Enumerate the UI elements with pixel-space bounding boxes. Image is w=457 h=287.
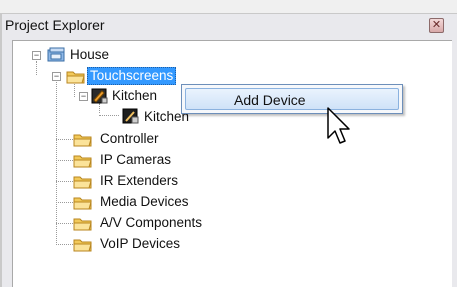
- close-button[interactable]: ✕: [429, 18, 444, 33]
- tree-line: [56, 160, 73, 161]
- tree-line: [56, 244, 73, 245]
- tree-item-controller[interactable]: Controller: [100, 131, 159, 147]
- tree-line: [56, 223, 73, 224]
- folder-icon: [73, 215, 93, 231]
- collapse-toggle[interactable]: −: [32, 51, 41, 60]
- folder-icon: [73, 131, 93, 147]
- tree-line: [56, 139, 73, 140]
- menu-item-add-device[interactable]: Add Device: [185, 88, 399, 110]
- mouse-pointer-icon: [326, 106, 352, 153]
- collapse-toggle[interactable]: −: [79, 92, 88, 101]
- tree-view[interactable]: − House − Touchscreens − Kitchen Kitchen…: [12, 40, 452, 287]
- tree-item-house[interactable]: House: [70, 47, 109, 63]
- tree-item-kitchen-group[interactable]: Kitchen: [112, 88, 157, 104]
- touchscreen-device-icon: [121, 108, 141, 124]
- tree-line: [56, 79, 57, 243]
- tree-line: [56, 181, 73, 182]
- close-icon: ✕: [431, 19, 442, 31]
- folder-icon: [73, 152, 93, 168]
- tree-item-media-devices[interactable]: Media Devices: [100, 194, 189, 210]
- tree-item-touchscreens[interactable]: Touchscreens: [87, 67, 177, 85]
- tree-item-ip-cameras[interactable]: IP Cameras: [100, 152, 171, 168]
- context-menu: Add Device: [181, 84, 403, 114]
- panel-title: Project Explorer: [5, 17, 105, 33]
- tree-line: [56, 202, 73, 203]
- tree-line: [99, 103, 100, 113]
- tree-line: [99, 115, 119, 116]
- folder-icon: [73, 236, 93, 252]
- menu-item-label: Add Device: [234, 92, 306, 108]
- house-icon: [47, 47, 67, 63]
- folder-icon: [73, 173, 93, 189]
- tree-item-ir-extenders[interactable]: IR Extenders: [100, 173, 178, 189]
- folder-icon: [66, 68, 86, 84]
- tree-line: [36, 61, 37, 75]
- touchscreen-group-icon: [90, 88, 110, 104]
- tree-item-voip-devices[interactable]: VoIP Devices: [100, 236, 180, 252]
- collapse-toggle[interactable]: −: [52, 72, 61, 81]
- folder-icon: [73, 194, 93, 210]
- tree-item-av-components[interactable]: A/V Components: [100, 215, 202, 231]
